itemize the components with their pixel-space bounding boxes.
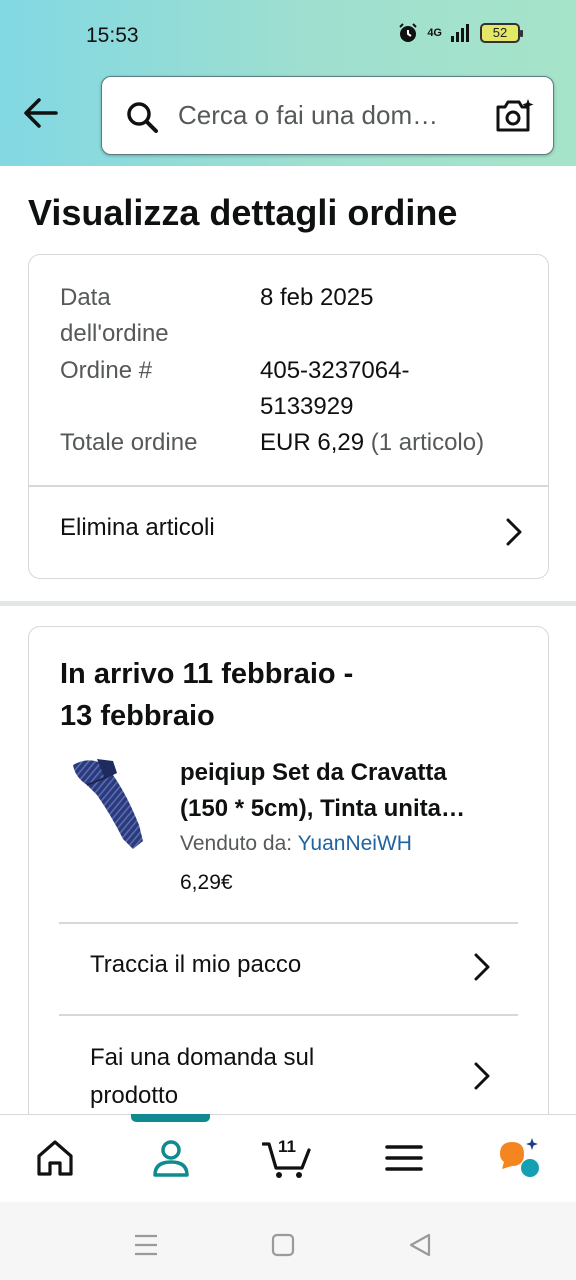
page-title: Visualizza dettagli ordine <box>28 192 458 233</box>
ask-question-label: Fai una domanda sul prodotto <box>90 1044 315 1109</box>
track-package-label: Traccia il mio pacco <box>90 951 302 978</box>
product-title[interactable]: peiqiup Set da Cravatta (150 * 5cm), Tin… <box>180 755 520 827</box>
product-price: 6,29€ <box>180 871 233 894</box>
product-image[interactable] <box>67 755 149 855</box>
ask-question-row[interactable]: Fai una domanda sul prodotto <box>29 1015 548 1115</box>
order-date-label: Data dell'ordine <box>60 284 169 347</box>
shipment-card: In arrivo 11 febbraio - 13 febbraio peiq… <box>28 626 549 1146</box>
remove-items-label: Elimina articoli <box>60 514 215 541</box>
status-icons: 4G 52 <box>397 22 523 44</box>
home-icon[interactable] <box>33 1136 77 1180</box>
signal-icon <box>451 24 469 42</box>
order-total-value: EUR 6,29 (1 articolo) <box>260 429 485 456</box>
camera-icon[interactable] <box>495 97 535 135</box>
back-arrow-icon[interactable] <box>20 92 62 134</box>
back-button-icon[interactable] <box>407 1232 433 1258</box>
search-bar[interactable]: Cerca o fai una dom… <box>101 76 554 155</box>
recent-apps-icon[interactable] <box>133 1232 159 1258</box>
battery-icon: 52 <box>480 23 523 43</box>
rufus-icon[interactable] <box>497 1136 541 1180</box>
alarm-icon <box>399 23 418 42</box>
chevron-right-icon <box>474 1062 490 1090</box>
seller-link[interactable]: YuanNeiWH <box>298 832 412 855</box>
status-time: 15:53 <box>86 24 139 47</box>
home-button-icon[interactable] <box>271 1232 295 1258</box>
top-header: 15:53 4G 52 Cerca o fai una dom… <box>0 0 576 166</box>
order-item-count: (1 articolo) <box>370 429 485 456</box>
order-summary-card: Data dell'ordine 8 feb 2025 Ordine # 405… <box>28 254 549 579</box>
order-number-value: 405-3237064- 5133929 <box>260 357 410 420</box>
remove-items-row[interactable]: Elimina articoli <box>29 486 548 578</box>
chevron-right-icon <box>474 953 490 981</box>
order-number-label: Ordine # <box>60 357 153 384</box>
section-separator <box>0 601 576 606</box>
network-label: 4G <box>427 27 442 39</box>
order-total-label: Totale ordine <box>60 429 198 456</box>
arrival-date: In arrivo 11 febbraio - 13 febbraio <box>60 658 354 732</box>
search-icon[interactable] <box>124 99 160 135</box>
menu-icon[interactable] <box>382 1136 426 1180</box>
account-icon[interactable] <box>149 1136 193 1180</box>
sold-by: Venduto da: YuanNeiWH <box>180 832 412 855</box>
active-tab-indicator <box>131 1114 210 1122</box>
chevron-right-icon <box>506 518 522 546</box>
search-input[interactable]: Cerca o fai una dom… <box>178 100 438 131</box>
track-package-row[interactable]: Traccia il mio pacco <box>29 923 548 1013</box>
cart-count: 11 <box>278 1137 296 1156</box>
order-date-value: 8 feb 2025 <box>260 284 374 311</box>
